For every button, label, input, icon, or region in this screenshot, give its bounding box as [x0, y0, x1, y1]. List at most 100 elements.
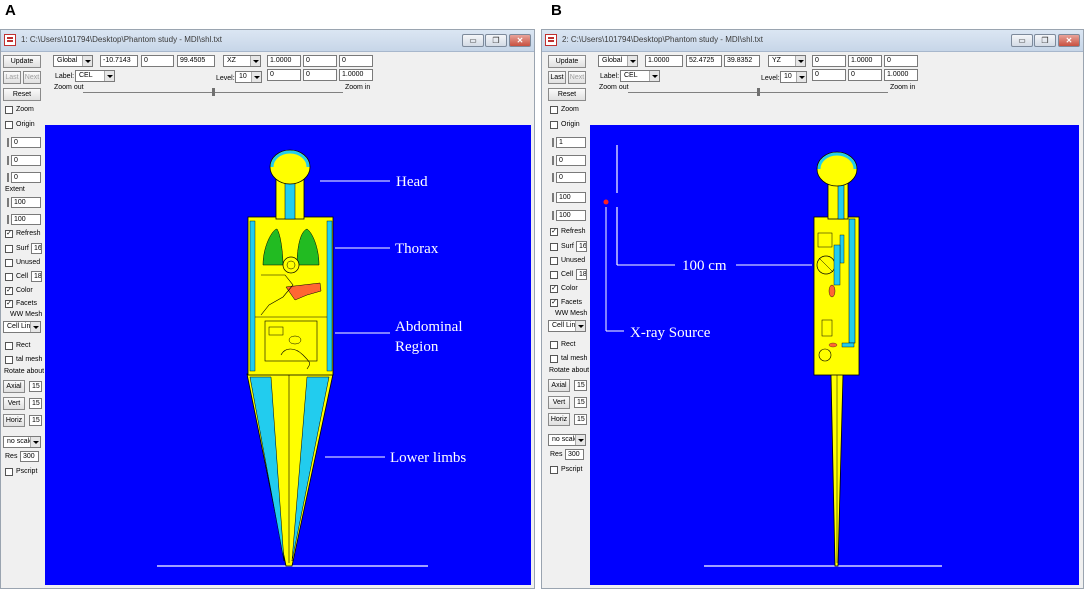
vector-1-field[interactable]: 1.0000 — [267, 55, 301, 67]
cell-line-select[interactable]: Cell Line — [548, 320, 586, 332]
close-button[interactable]: ✕ — [1058, 34, 1080, 47]
slider-handle[interactable] — [552, 211, 554, 220]
title-bar[interactable]: 2: C:\Users\101794\Desktop\Phantom study… — [542, 30, 1083, 52]
unused-checkbox[interactable] — [5, 259, 13, 267]
plane-select[interactable]: YZ — [768, 55, 806, 67]
slider-handle[interactable] — [7, 173, 9, 182]
next-button[interactable]: Next — [568, 71, 586, 84]
w-3-field[interactable]: 1.0000 — [884, 69, 918, 81]
coord-y-field[interactable]: 52.4725 — [686, 55, 722, 67]
plane-select[interactable]: XZ — [223, 55, 261, 67]
update-button[interactable]: Update — [548, 55, 586, 68]
close-button[interactable]: ✕ — [509, 34, 531, 47]
coord-z-field[interactable]: 39.8352 — [724, 55, 760, 67]
tal-mesh-checkbox[interactable] — [5, 356, 13, 364]
update-button[interactable]: Update — [3, 55, 41, 68]
minimize-button[interactable]: ▭ — [462, 34, 484, 47]
surf-value-field[interactable]: 16 — [31, 243, 42, 254]
zoom-slider-thumb[interactable] — [212, 88, 215, 96]
slider-handle[interactable] — [552, 173, 554, 182]
origin-x-field[interactable]: 1 — [556, 137, 586, 148]
origin-checkbox[interactable] — [550, 121, 558, 129]
vector-1-field[interactable]: 0 — [812, 55, 846, 67]
slider-handle[interactable] — [7, 156, 9, 165]
cell-checkbox[interactable] — [550, 271, 558, 279]
surf-checkbox[interactable] — [5, 245, 13, 253]
cell-checkbox[interactable] — [5, 273, 13, 281]
facets-checkbox[interactable]: ✓ — [550, 299, 558, 307]
origin-y-field[interactable]: 0 — [11, 155, 41, 166]
w-3-field[interactable]: 1.0000 — [339, 69, 373, 81]
restore-button[interactable]: ❐ — [485, 34, 507, 47]
scale-select[interactable]: no scale — [548, 434, 586, 446]
extent-2-field[interactable]: 100 — [11, 214, 41, 225]
origin-z-field[interactable]: 0 — [556, 172, 586, 183]
frame-select[interactable]: Global — [53, 55, 93, 67]
refresh-checkbox[interactable]: ✓ — [5, 230, 13, 238]
level-select[interactable]: 10 — [780, 71, 807, 83]
vector-3-field[interactable]: 0 — [884, 55, 918, 67]
origin-z-field[interactable]: 0 — [11, 172, 41, 183]
zoom-checkbox[interactable] — [550, 106, 558, 114]
surf-value-field[interactable]: 16 — [576, 241, 587, 252]
origin-x-field[interactable]: 0 — [11, 137, 41, 148]
phantom-view-frontal[interactable]: Head Thorax Abdominal Region Lower limbs — [45, 125, 531, 585]
w-1-field[interactable]: 0 — [267, 69, 301, 81]
coord-z-field[interactable]: 99.4505 — [177, 55, 215, 67]
next-button[interactable]: Next — [23, 71, 41, 84]
vert-field[interactable]: 15 — [29, 398, 42, 409]
origin-checkbox[interactable] — [5, 121, 13, 129]
axial-field[interactable]: 15 — [29, 381, 42, 392]
extent-2-field[interactable]: 100 — [556, 210, 586, 221]
cell-value-field[interactable]: 18 — [576, 269, 587, 280]
last-button[interactable]: Last — [3, 71, 21, 84]
surf-checkbox[interactable] — [550, 243, 558, 251]
last-button[interactable]: Last — [548, 71, 566, 84]
extent-1-field[interactable]: 100 — [556, 192, 586, 203]
axial-button[interactable]: Axial — [548, 379, 570, 392]
horiz-button[interactable]: Horiz — [3, 414, 25, 427]
w-2-field[interactable]: 0 — [303, 69, 337, 81]
horiz-button[interactable]: Horiz — [548, 413, 570, 426]
pscript-checkbox[interactable] — [5, 468, 13, 476]
coord-x-field[interactable]: -10.7143 — [100, 55, 138, 67]
refresh-checkbox[interactable]: ✓ — [550, 228, 558, 236]
slider-handle[interactable] — [552, 193, 554, 202]
origin-y-field[interactable]: 0 — [556, 155, 586, 166]
zoom-slider-thumb[interactable] — [757, 88, 760, 96]
extent-1-field[interactable]: 100 — [11, 197, 41, 208]
cell-value-field[interactable]: 18 — [31, 271, 42, 282]
slider-handle[interactable] — [7, 215, 9, 224]
vert-button[interactable]: Vert — [548, 396, 570, 409]
slider-handle[interactable] — [552, 156, 554, 165]
unused-checkbox[interactable] — [550, 257, 558, 265]
horiz-field[interactable]: 15 — [29, 415, 42, 426]
minimize-button[interactable]: ▭ — [1011, 34, 1033, 47]
rect-checkbox[interactable] — [550, 341, 558, 349]
res-field[interactable]: 300 — [565, 449, 584, 460]
slider-handle[interactable] — [7, 138, 9, 147]
horiz-field[interactable]: 15 — [574, 414, 587, 425]
coord-y-field[interactable]: 0 — [141, 55, 174, 67]
color-checkbox[interactable]: ✓ — [5, 287, 13, 295]
axial-button[interactable]: Axial — [3, 380, 25, 393]
coord-x-field[interactable]: 1.0000 — [645, 55, 683, 67]
reset-button[interactable]: Reset — [3, 88, 41, 101]
rect-checkbox[interactable] — [5, 342, 13, 350]
tal-mesh-checkbox[interactable] — [550, 355, 558, 363]
app-icon[interactable] — [545, 34, 557, 46]
reset-button[interactable]: Reset — [548, 88, 586, 101]
vert-button[interactable]: Vert — [3, 397, 25, 410]
w-1-field[interactable]: 0 — [812, 69, 846, 81]
scale-select[interactable]: no scale — [3, 436, 41, 448]
title-bar[interactable]: 1: C:\Users\101794\Desktop\Phantom study… — [1, 30, 534, 52]
cell-line-select[interactable]: Cell Line — [3, 321, 41, 333]
zoom-checkbox[interactable] — [5, 106, 13, 114]
vector-2-field[interactable]: 1.0000 — [848, 55, 882, 67]
vert-field[interactable]: 15 — [574, 397, 587, 408]
label-select[interactable]: CEL — [75, 70, 115, 82]
restore-button[interactable]: ❐ — [1034, 34, 1056, 47]
axial-field[interactable]: 15 — [574, 380, 587, 391]
color-checkbox[interactable]: ✓ — [550, 285, 558, 293]
slider-handle[interactable] — [7, 198, 9, 207]
